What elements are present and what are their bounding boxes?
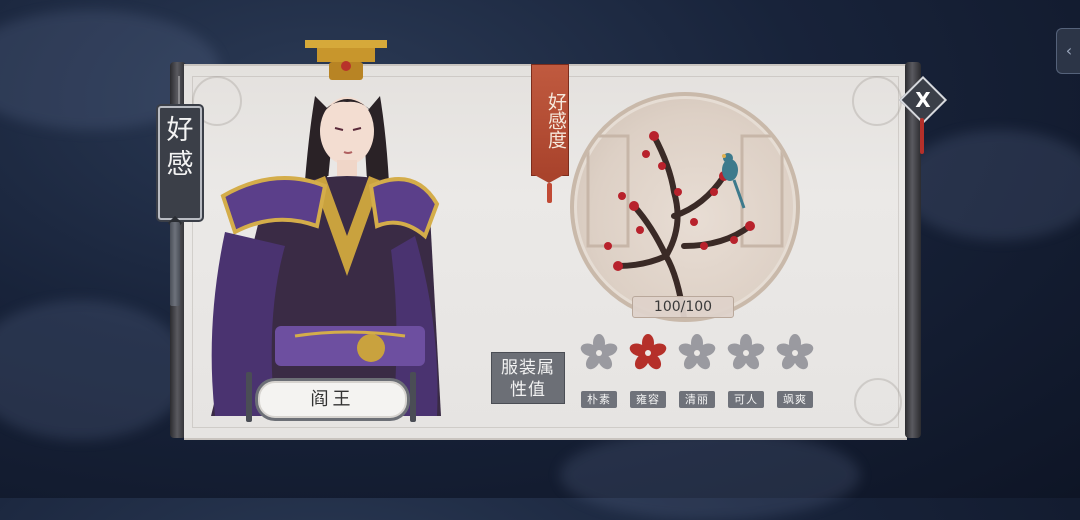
background-cloud (0, 300, 190, 440)
favor-progress-value: 100/100 (632, 296, 734, 318)
close-icon: X (915, 88, 931, 112)
banner-tip (531, 173, 567, 183)
red-cord (920, 118, 924, 154)
background-cloud (900, 130, 1080, 240)
background-cloud (560, 430, 860, 520)
character-illustration (211, 40, 441, 416)
attribute-chip[interactable]: 雍容 (630, 391, 666, 408)
chevron-left-icon: ‹ (1065, 41, 1073, 60)
attribute-flower-icon (580, 334, 618, 372)
tag-cord (178, 76, 180, 106)
decorative-swirl (854, 378, 902, 426)
character-name-plate: 阎王 (258, 381, 407, 418)
favor-level-label: 好感度 (545, 91, 567, 149)
favor-tag: 好感 (158, 106, 202, 220)
attribute-flower-icon (727, 334, 765, 372)
costume-attribute-button[interactable]: 服装属性值 (491, 352, 565, 404)
plum-blossom-illustration (586, 131, 784, 318)
attribute-flower-icon (678, 334, 716, 372)
attribute-flower-icon (776, 334, 814, 372)
favor-level-banner: 好感度 (531, 64, 569, 176)
plum-blossom-painting (570, 92, 800, 322)
attribute-chip[interactable]: 飒爽 (777, 391, 813, 408)
attribute-chip[interactable]: 清丽 (679, 391, 715, 408)
attribute-flower-icon (629, 334, 667, 372)
character-portrait (205, 36, 445, 436)
name-plate-post-left (246, 372, 252, 422)
costume-attribute-label: 服装属性值 (501, 358, 555, 400)
banner-tassel (547, 183, 552, 203)
tag-tassel (170, 222, 180, 306)
favor-tag-label: 好感 (166, 115, 194, 180)
decorative-swirl (852, 76, 902, 126)
attribute-chip[interactable]: 朴素 (581, 391, 617, 408)
name-plate-post-right (410, 372, 416, 422)
side-menu-tab[interactable]: ‹ (1056, 28, 1080, 74)
attribute-chip[interactable]: 可人 (728, 391, 764, 408)
